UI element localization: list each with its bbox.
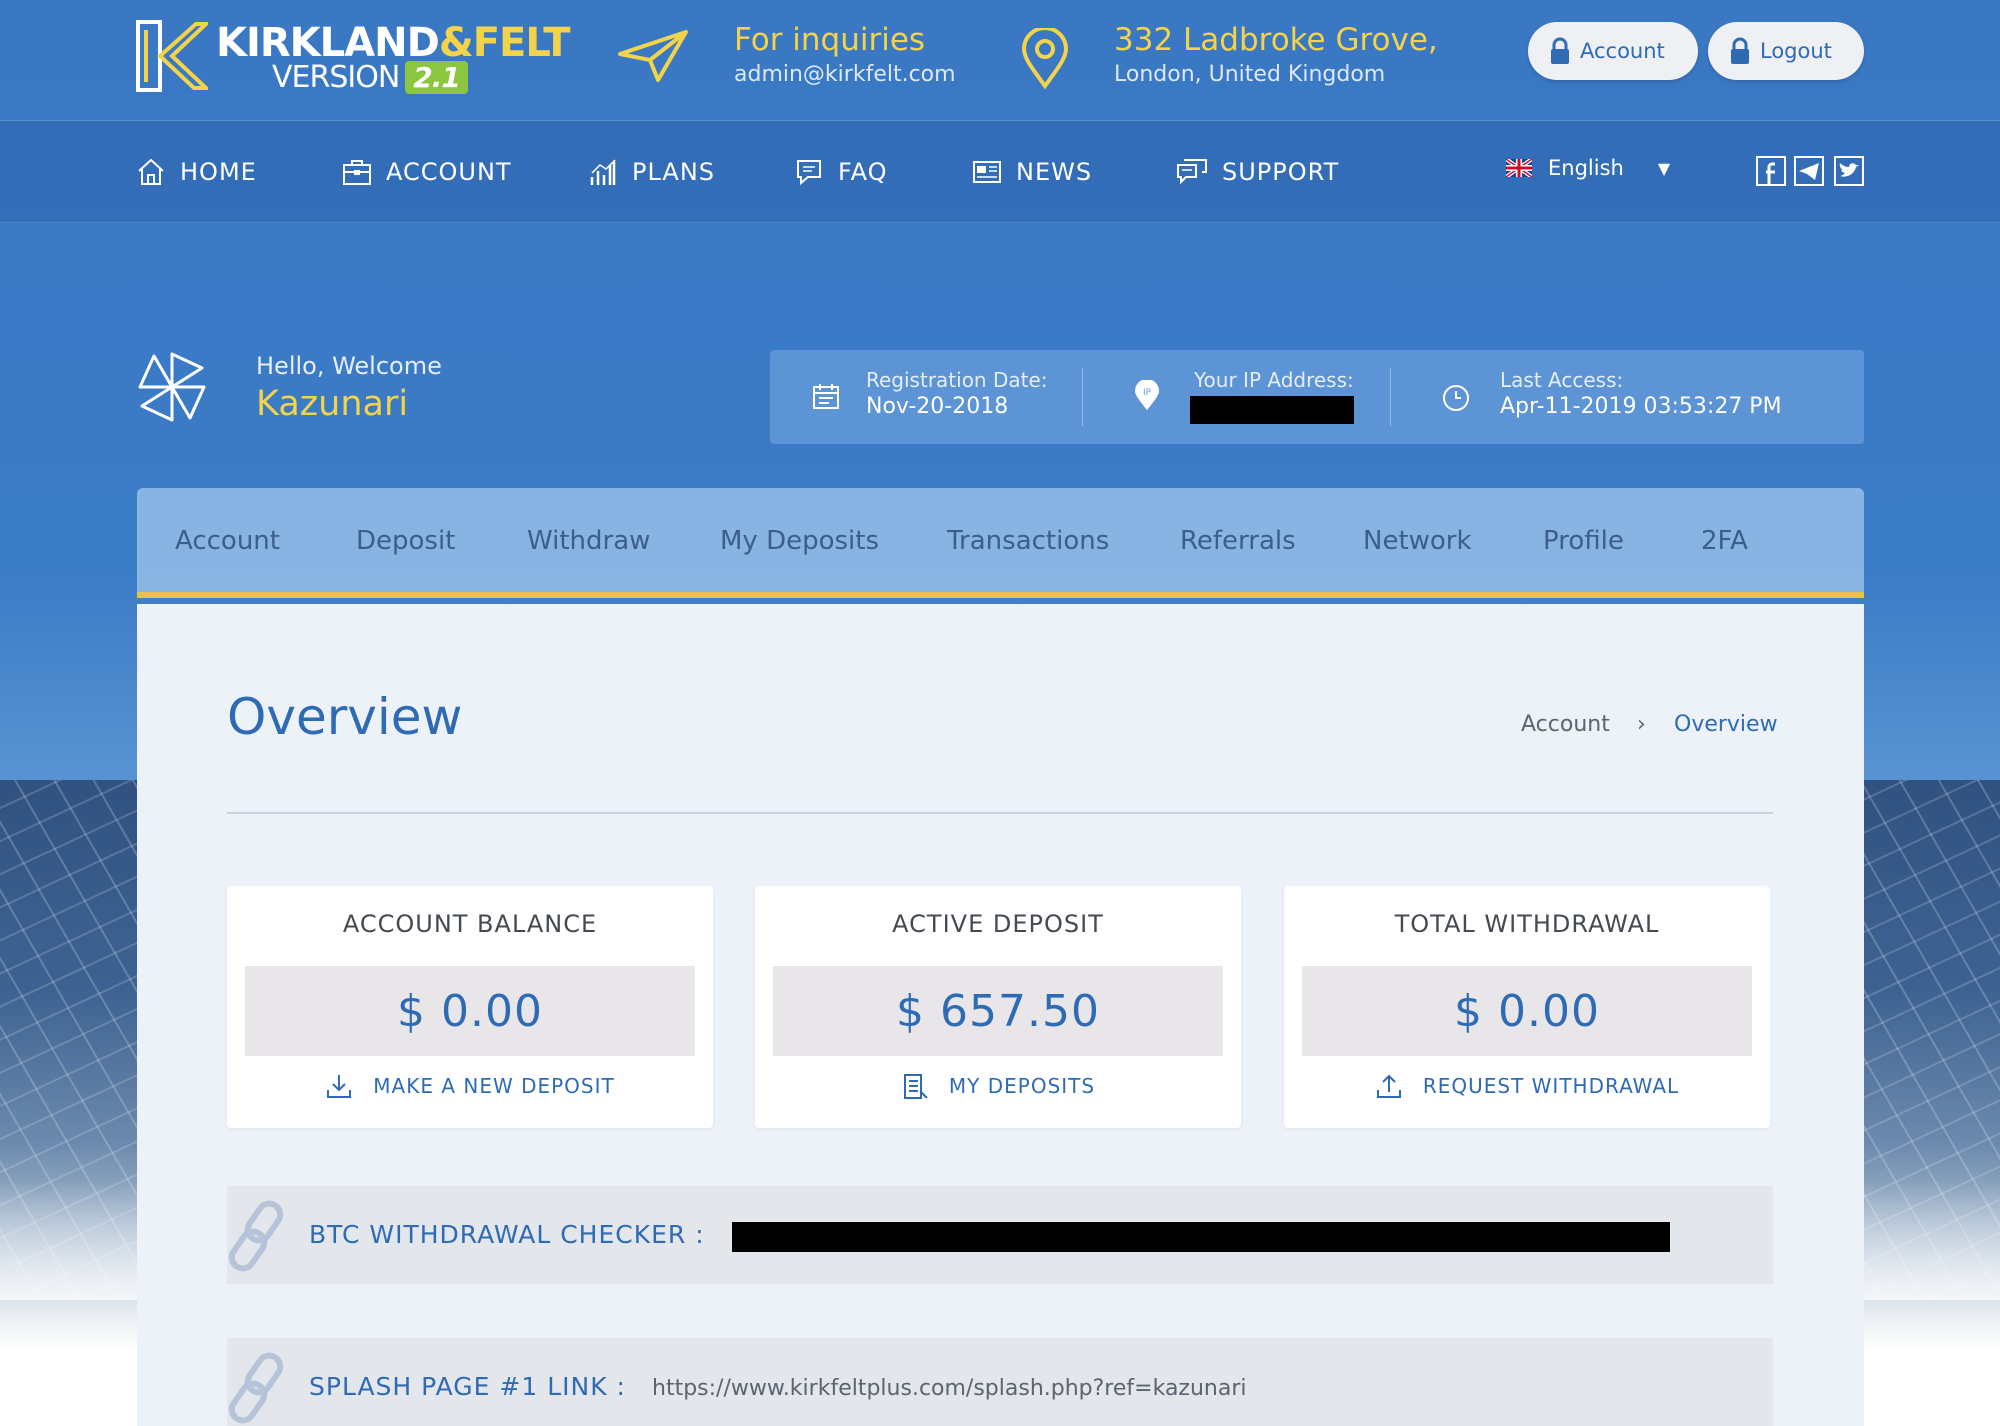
breadcrumb-current: Overview [1674, 712, 1778, 737]
inquiries-title: For inquiries [734, 22, 926, 58]
version-label: VERSION 2.1 [272, 60, 468, 95]
support-chat-icon [1177, 159, 1207, 185]
list-icon [903, 1074, 928, 1099]
inquiries-email[interactable]: admin@kirkfelt.com [734, 62, 956, 87]
btc-address-redacted [732, 1222, 1670, 1252]
welcome-username: Kazunari [256, 384, 409, 424]
nav-item-account[interactable]: ACCOUNT [342, 157, 512, 187]
svg-text:IP: IP [1143, 388, 1152, 398]
card-account-balance: ACCOUNT BALANCE $ 0.00 MAKE A NEW DEPOSI… [227, 886, 713, 1128]
tab-referrals[interactable]: Referrals [1180, 526, 1296, 556]
title-divider [227, 812, 1773, 814]
chain-link-icon [228, 1352, 284, 1424]
page-title: Overview [227, 688, 463, 746]
lock-icon [1551, 37, 1569, 64]
nav-item-plans[interactable]: PLANS [588, 157, 715, 187]
pinwheel-icon [138, 352, 206, 422]
breadcrumb-account[interactable]: Account [1521, 712, 1610, 737]
card-total-withdrawal: TOTAL WITHDRAWAL $ 0.00 REQUEST WITHDRAW… [1284, 886, 1770, 1128]
inquiries-text: For inquiries admin@kirkfelt.com [734, 22, 956, 87]
address-line2: London, United Kingdom [1114, 62, 1386, 87]
uk-flag-icon [1506, 159, 1532, 177]
briefcase-icon [343, 160, 371, 185]
nav-item-news[interactable]: NEWS [972, 157, 1092, 187]
site-logo[interactable]: KIRKLAND&FELT VERSION 2.1 [136, 20, 570, 95]
nav-item-support[interactable]: SUPPORT [1176, 157, 1339, 187]
account-button-label: Account [1580, 39, 1665, 63]
chain-link-icon [228, 1200, 284, 1272]
splash-link-label: SPLASH PAGE #1 LINK : [309, 1372, 626, 1401]
tab-deposit[interactable]: Deposit [356, 526, 455, 556]
account-info-bar: Registration Date: Nov-20-2018 IP Your I… [770, 350, 1864, 444]
welcome-greeting: Hello, Welcome [256, 352, 442, 380]
bar-chart-icon [590, 159, 616, 185]
info-separator [1390, 368, 1391, 426]
address-text: 332 Ladbroke Grove, London, United Kingd… [1114, 22, 1438, 87]
paper-plane-icon [618, 30, 688, 82]
request-withdrawal-link[interactable]: REQUEST WITHDRAWAL [1284, 1072, 1770, 1100]
account-balance-value: $ 0.00 [245, 966, 695, 1056]
account-button[interactable]: Account [1528, 22, 1698, 80]
facebook-icon[interactable] [1756, 156, 1786, 186]
tab-profile[interactable]: Profile [1543, 526, 1624, 556]
tab-my-deposits[interactable]: My Deposits [720, 526, 879, 556]
calendar-icon [813, 384, 839, 409]
registration-date: Registration Date: Nov-20-2018 [866, 368, 1048, 419]
tab-transactions[interactable]: Transactions [947, 526, 1109, 556]
active-deposit-value: $ 657.50 [773, 966, 1223, 1056]
logout-button-label: Logout [1760, 39, 1832, 63]
language-label: English [1548, 156, 1624, 180]
nav-item-home[interactable]: HOME [136, 157, 257, 187]
tab-withdraw[interactable]: Withdraw [527, 526, 650, 556]
location-pin-icon [1021, 28, 1069, 90]
make-deposit-link[interactable]: MAKE A NEW DEPOSIT [227, 1072, 713, 1100]
top-header: KIRKLAND&FELT VERSION 2.1 For inquiries a… [0, 0, 2000, 121]
newspaper-icon [973, 161, 1001, 183]
twitter-icon[interactable] [1834, 156, 1864, 186]
upload-icon [1376, 1074, 1401, 1098]
telegram-icon[interactable] [1794, 156, 1824, 186]
clock-icon [1443, 385, 1469, 411]
total-withdrawal-value: $ 0.00 [1302, 966, 1752, 1056]
tab-account[interactable]: Account [175, 526, 280, 556]
home-icon [138, 158, 164, 185]
overview-panel: Overview Account › Overview ACCOUNT BALA… [137, 604, 1864, 1426]
main-nav: HOME ACCOUNT PLANS FAQ NEWS SUPPORT [0, 121, 2000, 223]
ip-pin-icon: IP [1135, 380, 1159, 410]
splash-link-url[interactable]: https://www.kirkfeltplus.com/splash.php?… [652, 1376, 1247, 1401]
btc-checker-row: BTC WITHDRAWAL CHECKER : [227, 1186, 1773, 1284]
tab-2fa[interactable]: 2FA [1701, 526, 1748, 556]
lock-icon [1731, 37, 1749, 64]
version-badge: 2.1 [405, 61, 468, 94]
splash-link-row: SPLASH PAGE #1 LINK : https://www.kirkfe… [227, 1338, 1773, 1426]
chevron-down-icon: ▼ [1657, 158, 1671, 178]
address-line1: 332 Ladbroke Grove, [1114, 22, 1438, 58]
download-icon [327, 1075, 352, 1098]
btc-checker-label: BTC WITHDRAWAL CHECKER : [309, 1220, 705, 1249]
my-deposits-link[interactable]: MY DEPOSITS [755, 1072, 1241, 1100]
chat-bubble-icon [797, 160, 821, 186]
breadcrumb-separator: › [1637, 712, 1646, 737]
info-separator [1082, 368, 1083, 426]
nav-item-faq[interactable]: FAQ [794, 157, 888, 187]
logout-button[interactable]: Logout [1708, 22, 1864, 80]
account-tabs: Account Deposit Withdraw My Deposits Tra… [137, 488, 1864, 598]
tab-network[interactable]: Network [1363, 526, 1472, 556]
language-selector[interactable]: English ▼ [1506, 156, 1670, 180]
ip-redacted [1190, 396, 1354, 424]
logo-k-icon [136, 20, 208, 92]
last-access: Last Access: Apr-11-2019 03:53:27 PM [1500, 368, 1782, 419]
ip-address: Your IP Address: [1190, 368, 1354, 424]
card-active-deposit: ACTIVE DEPOSIT $ 657.50 MY DEPOSITS [755, 886, 1241, 1128]
